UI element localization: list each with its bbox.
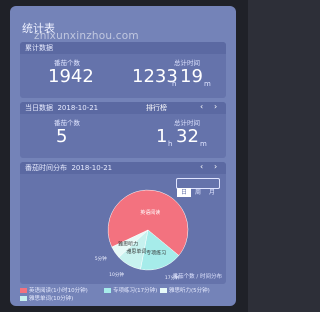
app-screen: 统计表 zhixunxinzhou.com 累计数据 番茄个数 1942 总计时… <box>10 6 236 306</box>
daily-time-hours-unit: h <box>168 140 173 148</box>
legend-item: 雅思听力(5分钟) <box>160 286 210 294</box>
legend-label: 雅思单词(10分钟) <box>29 296 74 302</box>
chevron-right-icon[interactable]: › <box>214 102 217 111</box>
card-header: 累计数据 <box>20 42 226 54</box>
watermark: zhixunxinzhou.com <box>34 30 139 42</box>
chevron-left-icon[interactable]: ‹ <box>200 162 203 171</box>
legend-item: 专项练习(17分钟) <box>104 286 157 294</box>
legend-swatch <box>160 288 167 293</box>
chevron-right-icon[interactable]: › <box>214 162 217 171</box>
pie-slice-label-1: 专项练习 <box>146 250 166 257</box>
pie-slice-label-0: 英语阅读 <box>140 209 160 216</box>
pie-slice-label-3: 雅思听力 <box>118 240 138 247</box>
chart-footnote: 番茄个数 / 时间分布 <box>172 274 222 280</box>
legend-swatch <box>20 288 27 293</box>
pie-chart: 英语阅读1小时10分钟专项练习17分钟雅思单词10分钟雅思听力5分钟 <box>95 177 189 281</box>
legend-label: 专项练习(17分钟) <box>113 288 158 294</box>
daily-time-minutes: 32 <box>176 126 199 147</box>
daily-title-text: 当日数据 <box>25 104 53 112</box>
total-time-minutes: 19 <box>180 66 203 87</box>
total-time-hours: 1233 <box>132 66 178 87</box>
daily-stats-card: 当日数据 2018-10-21 排行榜 ‹ › 番茄个数 5 总计时间 1 h … <box>20 102 226 158</box>
daily-stats-title: 当日数据 2018-10-21 <box>25 103 98 113</box>
total-stats-title: 累计数据 <box>25 44 53 52</box>
daily-date: 2018-10-21 <box>57 104 99 112</box>
distribution-date: 2018-10-21 <box>71 164 113 172</box>
total-stats-card: 累计数据 番茄个数 1942 总计时间 1233 h 19 m <box>20 42 226 98</box>
pie-slice-time-2: 10分钟 <box>109 271 124 278</box>
distribution-title-text: 番茄时间分布 <box>25 164 67 172</box>
distribution-title: 番茄时间分布 2018-10-21 <box>25 163 112 173</box>
chevron-left-icon[interactable]: ‹ <box>200 102 203 111</box>
pie-slice-label-2: 雅思单词 <box>126 248 146 255</box>
distribution-card: 番茄时间分布 2018-10-21 ‹ › 日周月 英语阅读1小时10分钟专项练… <box>20 162 226 284</box>
legend-swatch <box>20 296 27 301</box>
total-time-hours-unit: h <box>172 80 177 88</box>
card-header: 当日数据 2018-10-21 排行榜 ‹ › <box>20 102 226 114</box>
pie-slice-time-3: 5分钟 <box>95 255 107 262</box>
daily-time-minutes-unit: m <box>200 140 207 148</box>
legend-label: 雅思听力(5分钟) <box>169 288 210 294</box>
daily-time-hours: 1 <box>156 126 168 147</box>
card-header: 番茄时间分布 2018-10-21 ‹ › <box>20 162 226 174</box>
legend-item: 英语阅读(1小时10分钟) <box>20 286 88 294</box>
legend-swatch <box>104 288 111 293</box>
ranking-button[interactable]: 排行榜 <box>146 103 167 113</box>
total-time-minutes-unit: m <box>204 80 211 88</box>
legend-item: 雅思单词(10分钟) <box>20 294 73 302</box>
total-count-value: 1942 <box>48 66 94 87</box>
daily-count-value: 5 <box>56 126 68 147</box>
